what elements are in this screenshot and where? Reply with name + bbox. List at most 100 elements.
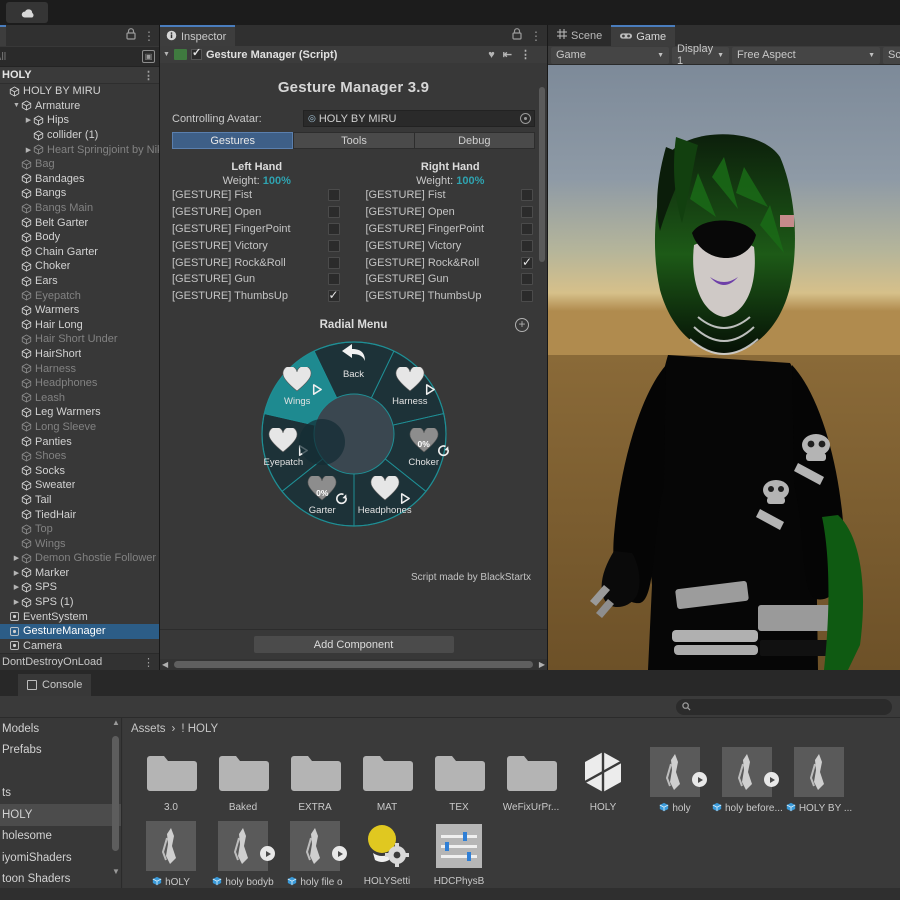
scene-kebab-icon[interactable]: ⋮ (143, 69, 154, 82)
radial-segment-garter[interactable]: 0% Garter (287, 475, 357, 516)
asset-item[interactable]: HDCPhysB (423, 819, 495, 889)
hierarchy-item-ears[interactable]: ▶ Ears (0, 274, 159, 289)
component-header[interactable]: ▼ ✓ Gesture Manager (Script) ♥ ⇤ ⋮ (160, 46, 547, 63)
radial-segment-harness[interactable]: Harness (375, 365, 445, 407)
hierarchy-item-eventsystem[interactable]: ▶ EventSystem (0, 609, 159, 624)
kebab-menu-icon[interactable]: ⋮ (530, 29, 542, 43)
asset-item[interactable]: holy bodyb (207, 819, 279, 889)
chevron-right-icon[interactable]: ▶ (12, 554, 21, 562)
gesture-checkbox-right[interactable] (521, 290, 533, 303)
hierarchy-item-gesturemanager[interactable]: ▶ GestureManager (0, 623, 159, 639)
hierarchy-item-chain-garter[interactable]: ▶ Chain Garter (0, 245, 159, 260)
gesture-checkbox-left[interactable] (327, 206, 340, 219)
object-picker-icon[interactable] (520, 113, 531, 124)
gesture-checkbox-right[interactable] (521, 255, 533, 269)
asset-item[interactable]: holy file o (279, 819, 351, 889)
asset-item[interactable]: WeFixUrPr... (495, 745, 567, 815)
lock-icon[interactable] (512, 28, 522, 43)
gesture-checkbox-right[interactable] (521, 222, 533, 235)
inspector-horizontal-scrollbar[interactable]: ◀ ▶ (160, 659, 547, 670)
radial-segment-headphones[interactable]: Headphones (350, 475, 420, 516)
game-view-tabbar[interactable]: Scene Game (548, 25, 900, 46)
cloud-icon[interactable] (6, 2, 48, 23)
project-asset-grid[interactable]: 3.0 Baked EXTRA MAT TEX WeFixUrPr... HOLY holy h… (123, 739, 900, 893)
hierarchy-item-heart-springjoint-by-nikk[interactable]: ▶ Heart Springjoint by Nikk (0, 142, 159, 157)
gesture-checkbox-left[interactable] (327, 239, 340, 252)
gesture-checkbox-left[interactable] (327, 288, 340, 303)
asset-item[interactable]: holy (639, 745, 711, 815)
hierarchy-item-top[interactable]: ▶ Top (0, 522, 159, 537)
hierarchy-item-harness[interactable]: ▶ Harness (0, 361, 159, 376)
breadcrumb-assets[interactable]: Assets (131, 723, 166, 735)
hierarchy-item-hips[interactable]: ▶ Hips (0, 113, 159, 128)
gesture-checkbox-left[interactable] (327, 222, 340, 235)
gesture-row[interactable]: [GESTURE] FingerPoint (160, 221, 354, 238)
hierarchy-item-hair-long[interactable]: ▶ Hair Long (0, 318, 159, 333)
hierarchy-item-choker[interactable]: ▶ Choker (0, 259, 159, 274)
gesture-row[interactable]: [GESTURE] Gun (160, 271, 354, 288)
project-tree-scrollbar[interactable]: ▲ ▼ (112, 718, 120, 876)
gesture-row[interactable]: [GESTURE] ThumbsUp (354, 288, 548, 305)
scene-root-row[interactable]: HOLY ⋮ (0, 67, 159, 84)
gesture-checkbox-left[interactable] (327, 273, 340, 286)
chevron-right-icon[interactable]: ▶ (24, 146, 33, 154)
scroll-down-icon[interactable]: ▼ (112, 867, 120, 876)
radial-segment-wings[interactable]: Wings (262, 365, 332, 407)
gesture-checkbox-left[interactable] (327, 189, 340, 202)
hierarchy-item-panties[interactable]: ▶ Panties (0, 434, 159, 449)
tab-hierarchy[interactable]: ny (0, 25, 6, 46)
inspector-vertical-scrollbar[interactable] (539, 87, 545, 262)
hierarchy-item-eyepatch[interactable]: ▶ Eyepatch (0, 288, 159, 303)
controlling-avatar-field[interactable]: ◎ HOLY BY MIRU (303, 110, 535, 127)
gesture-row[interactable]: [GESTURE] Fist (160, 187, 354, 204)
chevron-down-icon[interactable]: ▼ (12, 102, 21, 109)
gesture-row[interactable]: [GESTURE] FingerPoint (354, 221, 548, 238)
gesture-checkbox-left[interactable] (327, 256, 340, 269)
gesture-row[interactable]: [GESTURE] Open (354, 204, 548, 221)
hierarchy-item-armature[interactable]: ▼ Armature (0, 99, 159, 114)
gesture-row[interactable]: [GESTURE] Rock&Roll (160, 254, 354, 271)
asset-item[interactable]: hOLY (135, 819, 207, 889)
kebab-menu-icon[interactable]: ⋮ (143, 29, 155, 43)
scroll-thumb[interactable] (112, 736, 119, 851)
tab-console[interactable]: Console (18, 674, 92, 696)
scroll-thumb[interactable] (174, 661, 533, 668)
asset-item[interactable]: HOLY BY ... (783, 745, 855, 815)
add-component-button[interactable]: Add Component (253, 636, 454, 653)
project-folder-tree[interactable]: Models Prefabs ts HOLY holesome iyomiShaders t… (0, 718, 122, 900)
tab-inspector[interactable]: Inspector (160, 25, 236, 46)
tab-scene[interactable]: Scene (548, 25, 612, 46)
asset-item[interactable]: HOLY (567, 745, 639, 815)
asset-item[interactable]: Baked (207, 745, 279, 815)
asset-item[interactable]: MAT (351, 745, 423, 815)
gesture-manager-tabs[interactable]: Gestures Tools Debug (172, 132, 535, 149)
game-mode-dropdown[interactable]: Game ▼ (551, 46, 669, 64)
gesture-checkbox-right[interactable] (521, 206, 533, 219)
gesture-row[interactable]: [GESTURE] Victory (354, 237, 548, 254)
hierarchy-item-headphones[interactable]: ▶ Headphones (0, 376, 159, 391)
asset-item[interactable]: EXTRA (279, 745, 351, 815)
gm-tab-debug[interactable]: Debug (413, 132, 535, 149)
kebab-menu-icon[interactable]: ⋮ (520, 48, 531, 61)
radial-segment-choker[interactable]: 0% Choker (389, 426, 459, 468)
hierarchy-item-wings[interactable]: ▶ Wings (0, 536, 159, 551)
hierarchy-item-camera[interactable]: ▶ Camera (0, 639, 159, 653)
hierarchy-item-socks[interactable]: ▶ Socks (0, 463, 159, 478)
scale-slider[interactable]: Scale (883, 46, 900, 64)
hierarchy-item-hair-short-under[interactable]: ▶ Hair Short Under (0, 332, 159, 347)
scroll-left-icon[interactable]: ◀ (162, 660, 168, 669)
hierarchy-item-bangs-main[interactable]: ▶ Bangs Main (0, 201, 159, 216)
hierarchy-item-shoes[interactable]: ▶ Shoes (0, 449, 159, 464)
hierarchy-item-tiedhair[interactable]: ▶ TiedHair (0, 507, 159, 522)
hierarchy-item-warmers[interactable]: ▶ Warmers (0, 303, 159, 318)
hierarchy-item-hairshort[interactable]: ▶ HairShort (0, 347, 159, 362)
hierarchy-item-leg-warmers[interactable]: ▶ Leg Warmers (0, 405, 159, 420)
gesture-row[interactable]: [GESTURE] ThumbsUp (160, 288, 354, 305)
hierarchy-list[interactable]: ▶HOLY BY MIRU▼Armature▶Hips▶collider (1)… (0, 84, 159, 653)
chevron-right-icon[interactable]: ▶ (12, 569, 21, 577)
project-tree-item-holesome[interactable]: holesome (0, 826, 121, 848)
gesture-checkbox-right[interactable] (521, 239, 533, 252)
gm-tab-gestures[interactable]: Gestures (172, 132, 294, 149)
kebab-menu-icon[interactable]: ⋮ (143, 656, 154, 669)
hierarchy-search-input[interactable] (0, 50, 124, 63)
